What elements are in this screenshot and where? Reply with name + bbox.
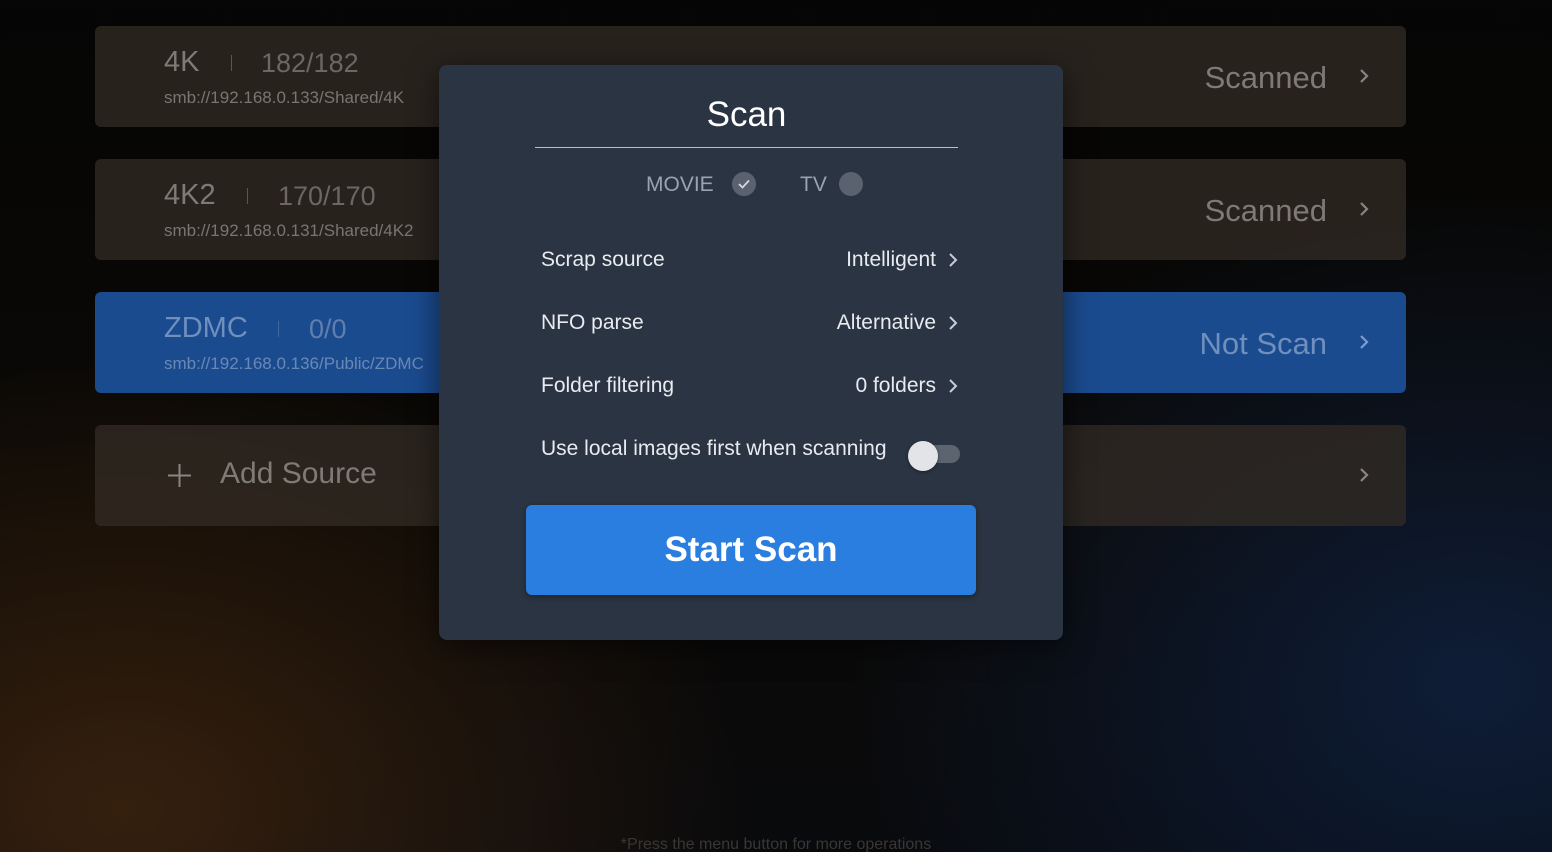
chevron-right-icon: [949, 379, 958, 393]
setting-folder-filtering[interactable]: Folder filtering 0 folders: [541, 368, 960, 404]
setting-label: Use local images first when scanning: [541, 437, 887, 460]
plus-icon: [168, 464, 191, 487]
source-name: ZDMC: [164, 312, 248, 344]
setting-label: Scrap source: [541, 248, 665, 271]
source-count: 170/170: [278, 181, 376, 211]
divider: [278, 321, 279, 337]
source-status: Scanned: [1204, 60, 1327, 95]
divider: [247, 188, 248, 204]
source-name: 4K: [164, 46, 200, 78]
dialog-title: Scan: [706, 95, 787, 134]
source-count: 0/0: [309, 314, 347, 344]
setting-value: 0 folders: [855, 374, 936, 397]
type-option-movie[interactable]: MOVIE: [646, 170, 756, 198]
source-count: 182/182: [261, 48, 359, 78]
setting-value: Alternative: [836, 311, 936, 334]
source-path: smb://192.168.0.131/Shared/4K2: [164, 221, 414, 240]
divider: [231, 55, 232, 71]
setting-value: Intelligent: [846, 248, 936, 271]
title-divider: [535, 147, 958, 148]
source-path: smb://192.168.0.136/Public/ZDMC: [164, 354, 424, 373]
setting-nfo-parse[interactable]: NFO parse Alternative: [541, 305, 960, 341]
toggle-knob: [908, 441, 938, 471]
start-scan-button[interactable]: Start Scan: [526, 505, 976, 595]
chevron-right-icon: [949, 253, 958, 267]
chevron-right-icon: [1360, 202, 1369, 216]
scan-dialog: Scan MOVIE TV Scrap source Intelligent N…: [439, 65, 1063, 640]
setting-label: NFO parse: [541, 311, 644, 334]
type-option-label: TV: [800, 173, 827, 196]
type-option-label: MOVIE: [646, 173, 714, 196]
chevron-right-icon: [1360, 69, 1369, 83]
chevron-right-icon: [949, 316, 958, 330]
source-path: smb://192.168.0.133/Shared/4K: [164, 88, 405, 107]
add-source-label: Add Source: [220, 457, 377, 490]
setting-local-images-first[interactable]: Use local images first when scanning: [541, 431, 960, 471]
chevron-right-icon: [1360, 335, 1369, 349]
setting-scrap-source[interactable]: Scrap source Intelligent: [541, 242, 960, 278]
chevron-right-icon: [1360, 468, 1369, 482]
source-status: Scanned: [1204, 193, 1327, 228]
type-option-tv[interactable]: TV: [800, 170, 864, 198]
footnote-hint: *Press the menu button for more operatio…: [620, 836, 932, 852]
checkmark-icon: [732, 172, 756, 196]
source-name: 4K2: [164, 179, 216, 211]
setting-label: Folder filtering: [541, 374, 675, 397]
radio-unselected-icon: [839, 172, 863, 196]
source-status: Not Scan: [1199, 326, 1327, 361]
local-images-toggle[interactable]: [908, 441, 960, 471]
